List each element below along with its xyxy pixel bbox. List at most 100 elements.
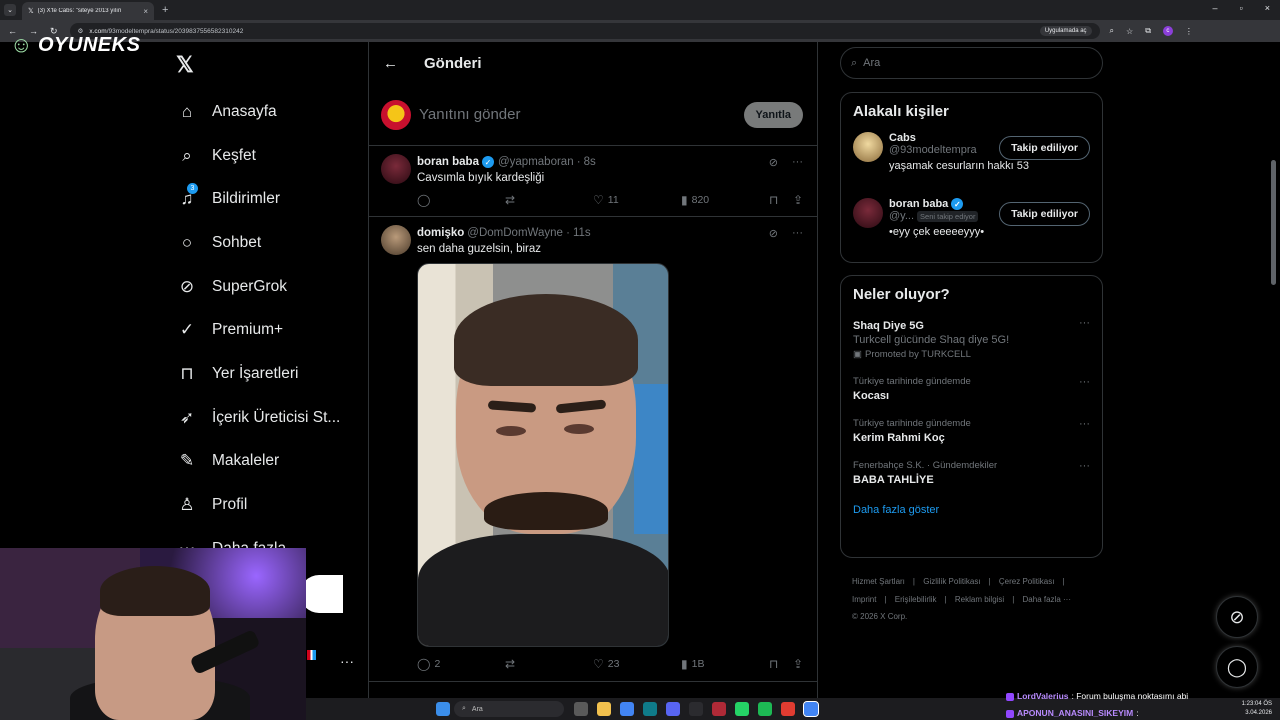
nav-item-articles[interactable]: ✎ Makaleler [176, 440, 340, 484]
windows-start-icon[interactable] [436, 702, 450, 716]
tweet-time[interactable]: 11s [573, 227, 591, 239]
footer-link[interactable]: Çerez Politikası [999, 577, 1055, 586]
footer-link[interactable]: Daha fazla ··· [1023, 595, 1071, 604]
following-button[interactable]: Takip ediliyor [999, 202, 1090, 226]
footer-link[interactable]: Imprint [852, 595, 876, 604]
share-action[interactable]: ⇪ [793, 657, 803, 671]
reply-input[interactable]: Yanıtını gönder [419, 106, 744, 123]
search-input[interactable]: ⌕ Ara [840, 47, 1103, 79]
grok-fab-button[interactable]: ⊘ [1216, 596, 1258, 638]
trend-item[interactable]: Shaq Diye 5G Turkcell gücünde Shaq diye … [841, 309, 1102, 368]
footer-link[interactable]: Hizmet Şartları [852, 577, 905, 586]
tweet[interactable]: boran baba ✓ @yapmaboran · 8s Cavsımla b… [369, 146, 817, 217]
avatar[interactable] [853, 198, 883, 228]
person-handle[interactable]: @y... [889, 210, 914, 222]
footer-link[interactable]: Gizlilik Politikası [923, 577, 980, 586]
maximize-button[interactable]: ▫ [1240, 3, 1243, 13]
trend-item[interactable]: Türkiye tarihinde gündemde Kocası ··· [841, 368, 1102, 410]
reply-button[interactable]: Yanıtla [743, 101, 803, 128]
url-field[interactable]: ⚙ x.com /93modeltempra/status/2039837556… [69, 23, 1100, 39]
chrome-active-icon[interactable] [803, 701, 819, 717]
nav-item-bookmarks[interactable]: ⊓ Yer İşaretleri [176, 352, 340, 396]
back-arrow-icon[interactable]: ← [383, 55, 398, 72]
taskbar-clock[interactable]: 1:23:04 ÖS 3.04.2026 [1242, 700, 1272, 718]
retweet-action[interactable]: ⇄ [505, 193, 593, 207]
reply-action[interactable]: ◯ [417, 193, 505, 207]
related-person[interactable]: boran baba ✓ @y... Seni takip ediyor •ey… [841, 192, 1102, 258]
whatsapp-icon[interactable] [735, 702, 749, 716]
related-person[interactable]: Cabs @93modeltempra yaşamak cesurların h… [841, 126, 1102, 192]
tweet-author-name[interactable]: boran baba [417, 156, 479, 168]
account-menu-icon[interactable]: ··· [340, 653, 354, 669]
x-logo-icon[interactable]: 𝕏 [176, 52, 194, 78]
reply-action[interactable]: ◯ 2 [417, 657, 505, 671]
spotify-icon[interactable] [758, 702, 772, 716]
footer-link[interactable]: Erişilebilirlik [895, 595, 937, 604]
file-explorer-icon[interactable] [597, 702, 611, 716]
tweet-author-handle[interactable]: @yapmaboran [498, 156, 574, 168]
open-in-app-button[interactable]: Uygulamada aç [1039, 26, 1092, 36]
steam-icon[interactable] [689, 702, 703, 716]
close-tab-icon[interactable]: × [143, 7, 148, 16]
nav-item-notifications[interactable]: ♫ 3 Bildirimler [176, 177, 340, 221]
nav-item-profile[interactable]: ♙ Profil [176, 483, 340, 527]
avatar[interactable] [381, 154, 411, 184]
more-options-icon[interactable]: ··· [792, 156, 803, 169]
extensions-icon[interactable]: ⧉ [1145, 26, 1151, 36]
task-view-icon[interactable] [574, 702, 588, 716]
bookmark-action[interactable]: ⊓ [769, 193, 793, 207]
nav-item-creator-studio[interactable]: ➶ İçerik Üreticisi St... [176, 396, 340, 440]
avatar[interactable] [853, 132, 883, 162]
avatar[interactable] [381, 99, 411, 130]
edge-icon[interactable] [643, 702, 657, 716]
discord-icon[interactable] [666, 702, 680, 716]
more-options-icon[interactable]: ··· [1079, 376, 1090, 388]
browser-menu-icon[interactable]: ⋮ [1185, 27, 1193, 36]
profile-avatar[interactable]: c [1162, 26, 1173, 36]
tweet-media-image[interactable] [417, 263, 669, 647]
tweet-time[interactable]: 8s [584, 156, 596, 168]
grok-icon[interactable]: ⊘ [769, 156, 778, 169]
new-tab-button[interactable]: + [162, 4, 168, 16]
taskbar-search[interactable]: ⌕ Ara [454, 701, 564, 717]
avatar[interactable] [381, 225, 411, 255]
more-options-icon[interactable]: ··· [1079, 418, 1090, 430]
tweet[interactable]: domişko @DomDomWayne · 11s sen daha guze… [369, 217, 817, 682]
more-options-icon[interactable]: ··· [792, 227, 803, 240]
tweet-author-name[interactable]: domişko [417, 227, 464, 239]
retweet-action[interactable]: ⇄ [505, 657, 593, 671]
show-more-link[interactable]: Daha fazla göster [841, 494, 1102, 528]
app-icon[interactable] [712, 702, 726, 716]
more-options-icon[interactable]: ··· [1079, 317, 1090, 329]
trend-item[interactable]: Türkiye tarihinde gündemde Kerim Rahmi K… [841, 410, 1102, 452]
following-button[interactable]: Takip ediliyor [999, 136, 1090, 160]
close-window-button[interactable]: × [1265, 3, 1270, 13]
views-action[interactable]: ▮ 1B [681, 657, 769, 671]
share-action[interactable]: ⇪ [793, 193, 803, 207]
bookmark-star-icon[interactable]: ☆ [1126, 27, 1133, 36]
more-options-icon[interactable]: ··· [1079, 460, 1090, 472]
page-scrollbar[interactable] [1271, 160, 1276, 285]
trend-item[interactable]: Fenerbahçe S.K. · Gündemdekiler BABA TAH… [841, 452, 1102, 494]
nav-item-explore[interactable]: ⌕ Keşfet [176, 134, 340, 178]
footer-link[interactable]: Reklam bilgisi [955, 595, 1004, 604]
grok-icon[interactable]: ⊘ [769, 227, 778, 240]
zoom-icon[interactable]: ⌕ [1110, 26, 1114, 36]
like-action[interactable]: ♡ 23 [593, 657, 681, 671]
chrome-icon[interactable] [620, 702, 634, 716]
nav-item-premium[interactable]: ✓ Premium+ [176, 308, 340, 352]
tab-search-button[interactable]: ⌄ [4, 4, 16, 16]
person-name[interactable]: boran baba [889, 198, 948, 210]
tweet-author-handle[interactable]: @DomDomWayne [467, 227, 563, 239]
obs-icon[interactable] [781, 702, 795, 716]
minimize-button[interactable]: – [1213, 3, 1218, 13]
nav-item-chat[interactable]: ○ Sohbet [176, 221, 340, 265]
nav-item-supergrok[interactable]: ⊘ SuperGrok [176, 265, 340, 309]
bookmark-action[interactable]: ⊓ [769, 657, 793, 671]
post-button[interactable] [300, 575, 343, 613]
like-action[interactable]: ♡ 11 [593, 193, 681, 207]
nav-item-home[interactable]: ⌂ Anasayfa [176, 90, 340, 134]
views-action[interactable]: ▮ 820 [681, 193, 769, 207]
messages-fab-button[interactable]: ◯ [1216, 646, 1258, 688]
browser-tab[interactable]: 𝕏 (3) X'te Cabs: "siteye 2013 yılın × [22, 2, 154, 20]
